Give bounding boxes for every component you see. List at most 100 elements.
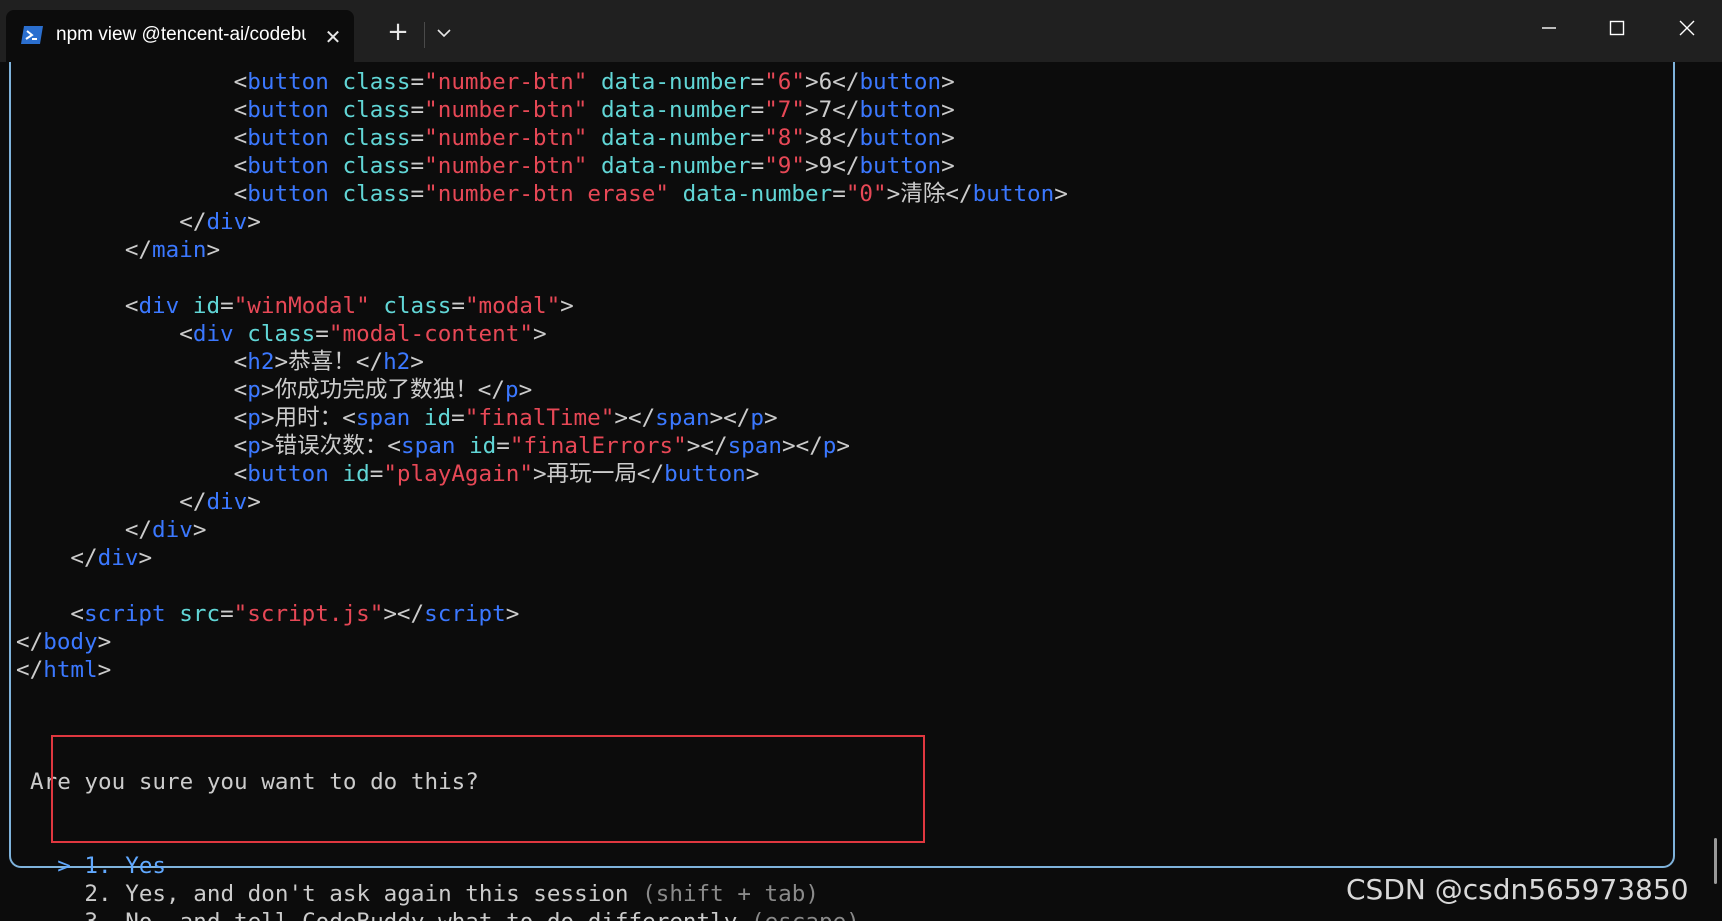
code-token: body	[43, 629, 98, 655]
tab-separator	[424, 22, 425, 48]
code-token: div	[138, 293, 180, 319]
terminal-tab[interactable]: npm view @tencent-ai/codebu ✕	[6, 10, 354, 62]
code-token: button	[664, 461, 746, 487]
code-token: >	[941, 125, 955, 151]
code-token: main	[152, 237, 207, 263]
minimize-button[interactable]	[1514, 0, 1582, 56]
code-token: =	[750, 97, 765, 123]
code-token: >	[97, 629, 112, 655]
code-token: =	[750, 125, 765, 151]
code-token: >	[247, 489, 261, 515]
prompt-option-3[interactable]: 3. No, and tell CodeBuddy what to do dif…	[30, 908, 859, 921]
code-token: class	[342, 181, 411, 207]
code-token: </	[16, 545, 98, 571]
options-list: > 1. Yes 2. Yes, and don't ask again thi…	[30, 852, 860, 921]
code-line: <p>错误次数：<span id="finalErrors"></span></…	[16, 432, 1068, 460]
code-token: =	[410, 181, 425, 207]
new-tab-button[interactable]: +	[380, 16, 416, 50]
code-line: </div>	[16, 516, 1068, 544]
code-token: "number-btn"	[424, 97, 588, 123]
code-token: >	[505, 601, 520, 627]
code-token: ></	[614, 405, 656, 431]
code-token: =	[832, 181, 846, 207]
tab-title: npm view @tencent-ai/codebu	[56, 24, 306, 45]
code-token: =	[410, 69, 425, 95]
code-token: div	[192, 321, 234, 347]
code-token: =	[451, 293, 465, 319]
code-output: <button class="number-btn" data-number="…	[16, 68, 1068, 684]
code-token: h2	[247, 349, 275, 375]
code-token: class	[342, 69, 411, 95]
code-token: <	[16, 405, 248, 431]
code-token: >	[138, 545, 153, 571]
code-token: id	[469, 433, 497, 459]
code-token: p	[247, 405, 261, 431]
scrollbar-thumb[interactable]	[1714, 838, 1717, 884]
code-token: span	[401, 433, 456, 459]
code-token: "7"	[764, 97, 806, 123]
code-token: >再玩一局</	[532, 461, 665, 487]
code-token: >恭喜！</	[274, 349, 384, 375]
maximize-button[interactable]	[1582, 0, 1650, 56]
prompt-option-1[interactable]: > 1. Yes	[30, 852, 860, 880]
code-line: </html>	[16, 656, 1068, 684]
powershell-icon	[20, 24, 44, 46]
code-token: >7</	[805, 97, 860, 123]
code-token: data-number	[600, 125, 751, 151]
code-token: <	[16, 321, 193, 347]
code-token: >	[941, 97, 955, 123]
minimize-icon	[1542, 27, 1556, 29]
code-token: "number-btn erase"	[424, 181, 669, 207]
watermark: CSDN @csdn565973850	[1346, 873, 1689, 906]
code-token: >	[1054, 181, 1068, 207]
tab-dropdown-button[interactable]	[428, 16, 460, 50]
chevron-down-icon	[437, 29, 451, 38]
option-marker	[30, 909, 84, 921]
code-token: >错误次数：<	[260, 433, 402, 459]
code-token: >9</	[805, 153, 860, 179]
maximize-icon	[1609, 20, 1625, 36]
code-token: class	[342, 97, 411, 123]
code-token: >	[410, 349, 424, 375]
code-line: </body>	[16, 628, 1068, 656]
option-label: 3. No, and tell CodeBuddy what to do dif…	[84, 909, 737, 921]
code-token: "finalErrors"	[509, 433, 687, 459]
code-token: <	[16, 153, 248, 179]
code-token: <	[16, 461, 248, 487]
code-token: <	[16, 97, 248, 123]
code-token: >	[941, 153, 955, 179]
code-token: =	[220, 293, 234, 319]
code-line: </div>	[16, 544, 1068, 572]
code-token: >	[745, 461, 760, 487]
code-token: >	[836, 433, 851, 459]
code-token: "winModal"	[233, 293, 370, 319]
close-window-button[interactable]	[1652, 0, 1720, 56]
code-token: <	[16, 433, 248, 459]
code-token: =	[410, 125, 425, 151]
close-icon	[1679, 20, 1695, 36]
code-token: src	[179, 601, 221, 627]
code-token: button	[247, 181, 329, 207]
code-token: </	[16, 209, 207, 235]
code-token: =	[410, 153, 425, 179]
code-token: data-number	[682, 181, 833, 207]
prompt-option-2[interactable]: 2. Yes, and don't ask again this session…	[30, 880, 860, 908]
code-token: ></	[781, 433, 823, 459]
option-marker	[30, 881, 84, 907]
code-line: <button id="playAgain">再玩一局</button>	[16, 460, 1068, 488]
code-token: <	[16, 181, 248, 207]
code-token: class	[342, 125, 411, 151]
code-token: =	[220, 601, 234, 627]
code-token: >	[206, 237, 221, 263]
tab-close-icon[interactable]: ✕	[318, 22, 348, 52]
code-token: >	[560, 293, 574, 319]
